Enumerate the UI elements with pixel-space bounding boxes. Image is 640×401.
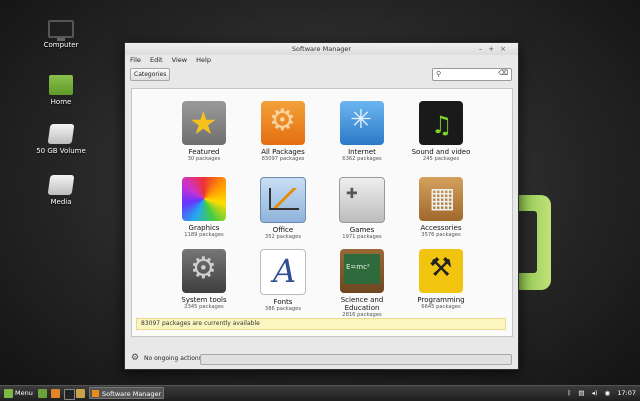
minimize-button[interactable]: –: [479, 45, 489, 53]
category-internet[interactable]: Internet 6362 packages: [323, 101, 401, 163]
category-name: Sound and video: [411, 148, 471, 156]
desktop-icon-label: Media: [50, 198, 72, 206]
drive-icon: [47, 175, 75, 195]
category-count: 6362 packages: [342, 156, 382, 162]
menu-help[interactable]: Help: [196, 56, 211, 64]
categories-button[interactable]: Categories: [130, 68, 171, 81]
category-count: 1971 packages: [342, 234, 382, 240]
desktop-icon-computer[interactable]: Computer: [30, 20, 92, 49]
actions-progress-bar: [200, 354, 512, 365]
globe-icon: [340, 101, 384, 145]
desktop-icon-media[interactable]: Media: [30, 175, 92, 206]
category-name: Games: [349, 226, 375, 234]
system-tray: ᛒ ▤ ◂) ◉ 17:07: [562, 386, 636, 401]
category-name: Office: [272, 226, 294, 234]
gamepad-icon: [339, 177, 385, 223]
category-graphics[interactable]: Graphics 1189 packages: [165, 177, 243, 239]
menu-label: Menu: [15, 389, 33, 397]
toolbar: Categories ⚲ ⌫: [125, 66, 518, 82]
star-icon: [182, 101, 226, 145]
network-icon[interactable]: ▤: [578, 389, 584, 397]
menubar: File Edit View Help: [125, 55, 518, 66]
construction-sign-icon: [419, 249, 463, 293]
search-input[interactable]: ⚲ ⌫: [432, 68, 512, 81]
font-icon: [260, 249, 306, 295]
search-icon: ⚲: [436, 70, 442, 78]
clock[interactable]: 17:07: [617, 389, 636, 397]
clear-icon[interactable]: ⌫: [498, 69, 508, 77]
calculator-icon: [419, 177, 463, 221]
category-count: 2345 packages: [184, 304, 224, 310]
desktop-icon-home[interactable]: Home: [30, 75, 92, 106]
category-name: Programming: [417, 296, 465, 304]
color-wheel-icon: [182, 177, 226, 221]
volume-icon[interactable]: ◂): [592, 389, 598, 397]
desktop-icon-label: Home: [50, 98, 72, 106]
category-count: 352 packages: [264, 234, 302, 240]
category-games[interactable]: Games 1971 packages: [323, 177, 401, 241]
desktop-icon-label: Computer: [43, 41, 79, 49]
menu-button[interactable]: Menu: [2, 388, 33, 399]
gears-icon: [261, 101, 305, 145]
gear-icon[interactable]: ⚙: [131, 353, 139, 363]
software-manager-window: Software Manager –+× File Edit View Help…: [124, 42, 519, 370]
clapperboard-music-icon: [419, 101, 463, 145]
window-titlebar[interactable]: Software Manager –+×: [125, 43, 518, 55]
chalkboard-icon: [340, 249, 384, 293]
drive-icon: [47, 124, 75, 144]
computer-icon: [48, 20, 74, 41]
window-title: Software Manager: [291, 45, 352, 53]
category-name: Accessories: [420, 224, 462, 232]
category-count: 30 packages: [187, 156, 221, 162]
ongoing-actions-label: No ongoing actions: [144, 355, 202, 362]
system-gear-icon: [182, 249, 226, 293]
category-name: All Packages: [261, 148, 305, 156]
show-desktop-icon[interactable]: [38, 389, 47, 398]
category-science-education[interactable]: Science and Education 2816 packages: [323, 249, 401, 319]
update-icon[interactable]: ◉: [605, 389, 611, 397]
category-fonts[interactable]: Fonts 386 packages: [244, 249, 322, 313]
mint-menu-icon: [4, 389, 13, 398]
bluetooth-icon[interactable]: ᛒ: [567, 389, 571, 397]
category-accessories[interactable]: Accessories 3576 packages: [402, 177, 480, 239]
status-message: 83097 packages are currently available: [136, 318, 506, 330]
maximize-button[interactable]: +: [488, 45, 500, 53]
menu-edit[interactable]: Edit: [150, 56, 163, 64]
browser-icon[interactable]: [51, 389, 60, 398]
category-name: System tools: [181, 296, 227, 304]
category-view: Featured 30 packages All Packages 83097 …: [131, 88, 513, 337]
category-name: Science and Education: [340, 296, 384, 312]
bottom-bar: ⚙ No ongoing actions: [125, 349, 518, 369]
category-featured[interactable]: Featured 30 packages: [165, 101, 243, 163]
taskbar-window-button[interactable]: Software Manager: [89, 387, 164, 399]
terminal-icon[interactable]: [64, 389, 75, 400]
menu-file[interactable]: File: [130, 56, 141, 64]
category-count: 386 packages: [264, 306, 302, 312]
category-name: Featured: [188, 148, 220, 156]
task-label: Software Manager: [102, 390, 162, 398]
category-count: 83097 packages: [261, 156, 305, 162]
category-count: 245 packages: [422, 156, 460, 162]
category-count: 6645 packages: [421, 304, 461, 310]
files-icon[interactable]: [76, 389, 85, 398]
category-count: 1189 packages: [184, 232, 224, 238]
category-all-packages[interactable]: All Packages 83097 packages: [244, 101, 322, 163]
category-name: Internet: [348, 148, 376, 156]
desktop-icon-label: 50 GB Volume: [36, 147, 86, 155]
folder-home-icon: [49, 75, 73, 95]
menu-view[interactable]: View: [172, 56, 187, 64]
desktop-icon-volume[interactable]: 50 GB Volume: [30, 124, 92, 155]
category-name: Fonts: [273, 298, 293, 306]
category-count: 3576 packages: [421, 232, 461, 238]
category-sound-video[interactable]: Sound and video 245 packages: [402, 101, 480, 163]
category-programming[interactable]: Programming 6645 packages: [402, 249, 480, 311]
chart-icon: [260, 177, 306, 223]
taskbar: Menu Software Manager ᛒ ▤ ◂) ◉ 17:07: [0, 385, 640, 401]
category-office[interactable]: Office 352 packages: [244, 177, 322, 241]
software-manager-icon: [92, 390, 99, 397]
close-button[interactable]: ×: [500, 45, 512, 53]
category-name: Graphics: [188, 224, 220, 232]
category-system-tools[interactable]: System tools 2345 packages: [165, 249, 243, 311]
